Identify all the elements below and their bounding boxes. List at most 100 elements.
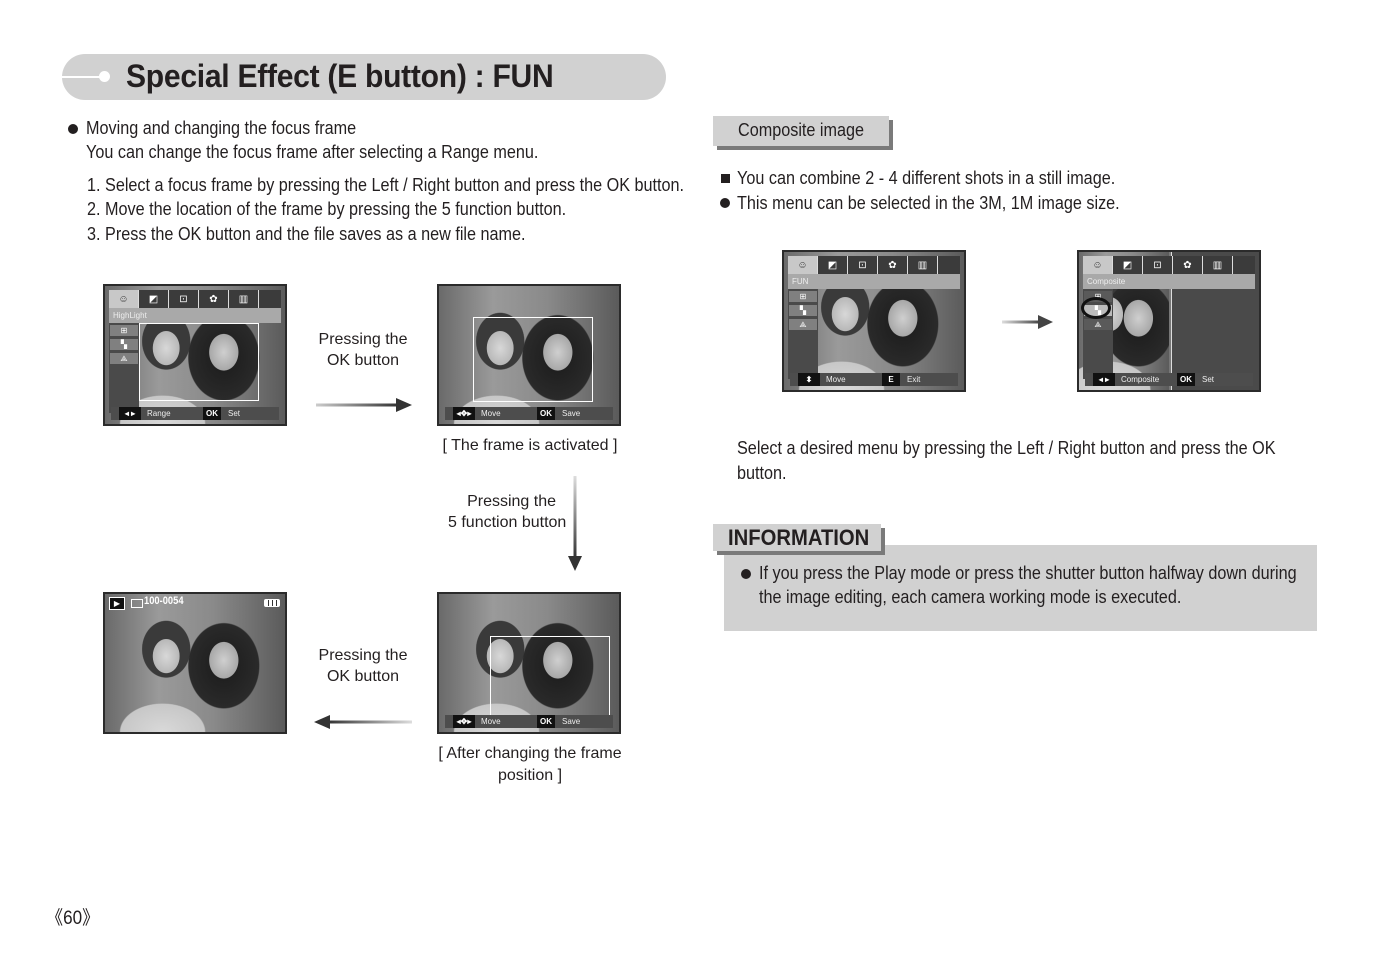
title-decoration-dot: [99, 71, 110, 82]
tab-effect-icon: ◩: [139, 290, 169, 308]
ok-key: OK: [537, 407, 555, 420]
arrow-left-icon: [314, 715, 412, 729]
menu-label: Composite: [1083, 274, 1255, 289]
nav-label: Move: [481, 717, 501, 726]
tab-color-icon: ✿: [199, 290, 229, 308]
screen-playback: ▶ 100-0054: [103, 592, 287, 734]
tab-adjust-icon: ▥: [229, 290, 259, 308]
nav-label: Composite: [1121, 375, 1160, 384]
intro-text: You can change the focus frame after sel…: [86, 142, 539, 162]
ok-label: Save: [562, 409, 581, 418]
nav-label: Move: [481, 409, 501, 418]
tab-color-icon: ✿: [878, 256, 908, 274]
square-bullet-icon: [721, 174, 730, 183]
five-way-key-icon: ◂✥▸: [453, 715, 475, 728]
up-down-key-icon: ⬍: [798, 373, 820, 386]
caption-press-ok: Pressing the OK button: [318, 329, 408, 371]
file-number: 100-0054: [144, 595, 184, 607]
bullet-icon: [720, 198, 730, 208]
highlight-icon: ⊞: [110, 325, 138, 336]
caption-line: Pressing the: [318, 647, 408, 664]
nav-label: Range: [147, 409, 171, 418]
focus-frame: [490, 636, 610, 720]
menu-bar: ☺ ◩ ⊡ ✿ ▥: [109, 290, 281, 308]
step-1: 1. Select a focus frame by pressing the …: [87, 175, 685, 195]
side-menu: ⊞ ▚ ⟁: [788, 289, 818, 379]
photo-frame-icon: ⟁: [110, 353, 138, 364]
arrow-right-icon: [1002, 315, 1053, 329]
battery-icon: [264, 599, 280, 607]
composite-icon: ▚: [110, 339, 138, 350]
highlight-icon: ⊞: [789, 291, 817, 302]
section-title: Composite image: [738, 120, 865, 140]
tab-frame-icon: ⊡: [848, 256, 878, 274]
page-number: 《60》: [46, 908, 100, 929]
play-mode-icon: ▶: [109, 597, 125, 610]
photo-frame-icon: ⟁: [789, 319, 817, 330]
folder-icon: [131, 599, 143, 608]
ok-label: Save: [562, 717, 581, 726]
tab-frame-icon: ⊡: [1143, 256, 1173, 274]
caption-frame-changed: [ After changing the frame position ]: [437, 743, 623, 787]
step-2: 2. Move the location of the frame by pre…: [87, 199, 567, 219]
tab-color-icon: ✿: [1173, 256, 1203, 274]
title-decoration-line: [62, 76, 104, 78]
screen-frame-changed: ◂✥▸ Move OK Save: [437, 592, 621, 734]
composite-icon: ▚: [789, 305, 817, 316]
tab-effect-icon: ◩: [1113, 256, 1143, 274]
information-line-2: the image editing, each camera working m…: [759, 587, 1182, 607]
tab-frame-icon: ⊡: [169, 290, 199, 308]
focus-frame: [139, 323, 259, 401]
status-bar: ◂✥▸ Move OK Save: [445, 407, 613, 420]
status-bar: ◂✥▸ Move OK Save: [445, 715, 613, 728]
ok-label: Set: [228, 409, 241, 418]
left-right-key-icon: ◂ ▸: [119, 407, 141, 420]
caption-press-5fn: Pressing the 5 function button: [448, 491, 567, 533]
bullet-text-2: This menu can be selected in the 3M, 1M …: [737, 193, 1120, 213]
tab-fun-icon: ☺: [1083, 256, 1113, 274]
ok-label: Set: [1202, 375, 1215, 384]
selection-circle: [1081, 297, 1111, 319]
portrait-photo: [105, 594, 285, 732]
bullet-icon: [741, 569, 751, 579]
caption-line: 5 function button: [448, 514, 567, 531]
menu-bar: ☺ ◩ ⊡ ✿ ▥: [788, 256, 960, 274]
intro-heading: Moving and changing the focus frame: [86, 118, 357, 138]
side-menu: ⊞ ▚ ⟁: [109, 323, 139, 413]
information-line-1: If you press the Play mode or press the …: [759, 563, 1297, 583]
page-title: Special Effect (E button) : FUN: [126, 58, 554, 94]
focus-frame: [473, 317, 593, 402]
e-key: E: [882, 373, 900, 386]
screen-composite-menu: ☺ ◩ ⊡ ✿ ▥ Composite ⊞ ▚ ⟁ ◂ ▸ Composite …: [1077, 250, 1261, 392]
tab-fun-icon: ☺: [109, 290, 139, 308]
instruction-line-1: Select a desired menu by pressing the Le…: [737, 438, 1276, 458]
caption-line: [ After changing the frame: [438, 745, 622, 762]
information-title: INFORMATION: [728, 525, 870, 550]
instruction-line-2: button.: [737, 463, 787, 483]
screen-fun-menu: ☺ ◩ ⊡ ✿ ▥ FUN ⊞ ▚ ⟁ ⬍ Move E Exit: [782, 250, 966, 392]
screen-frame-activated: ◂✥▸ Move OK Save: [437, 284, 621, 426]
exit-label: Exit: [907, 375, 921, 384]
tab-fun-icon: ☺: [788, 256, 818, 274]
arrow-right-icon: [316, 398, 412, 412]
status-bar: ⬍ Move E Exit: [790, 373, 958, 386]
ok-key: OK: [537, 715, 555, 728]
bullet-text-1: You can combine 2 - 4 different shots in…: [737, 168, 1116, 188]
left-right-key-icon: ◂ ▸: [1093, 373, 1115, 386]
caption-press-ok-2: Pressing the OK button: [318, 645, 408, 687]
step-3: 3. Press the OK button and the file save…: [87, 224, 526, 244]
caption-line: OK button: [326, 352, 400, 369]
arrow-down-icon: [568, 476, 582, 571]
five-way-key-icon: ◂✥▸: [453, 407, 475, 420]
menu-bar: ☺ ◩ ⊡ ✿ ▥: [1083, 256, 1255, 274]
status-bar: ◂ ▸ Composite OK Set: [1085, 373, 1253, 386]
caption-line: Pressing the: [318, 331, 408, 348]
menu-label: FUN: [788, 274, 960, 289]
screen-highlight-menu: ☺ ◩ ⊡ ✿ ▥ HighLight ⊞ ▚ ⟁ ◂ ▸ Range OK S…: [103, 284, 287, 426]
caption-line: OK button: [326, 668, 400, 685]
caption-line: position ]: [497, 767, 563, 784]
tab-effect-icon: ◩: [818, 256, 848, 274]
caption-line: Pressing the: [467, 493, 556, 510]
status-bar: ◂ ▸ Range OK Set: [111, 407, 279, 420]
ok-key: OK: [1177, 373, 1195, 386]
